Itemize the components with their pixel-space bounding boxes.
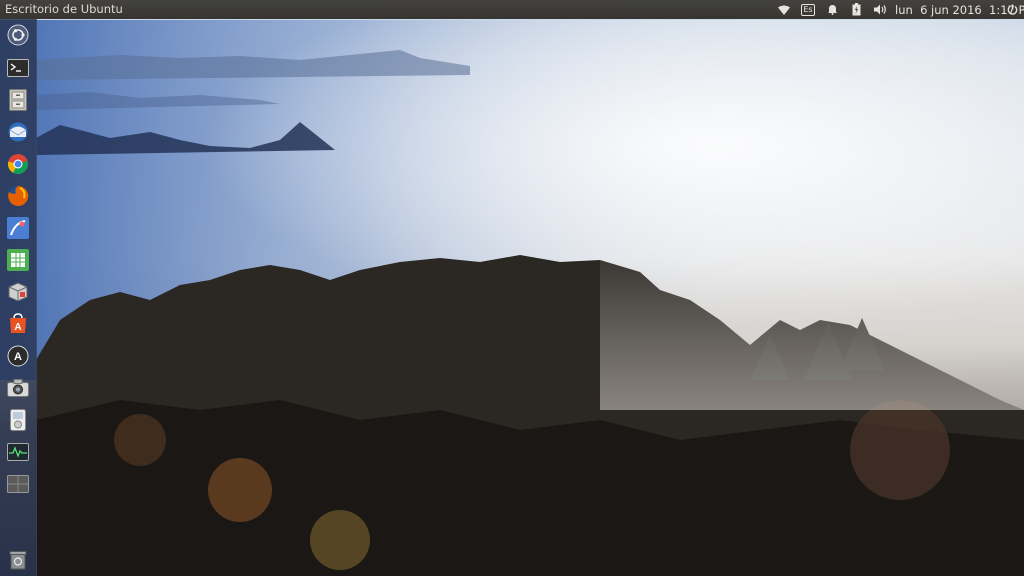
music-player-icon[interactable] [3,405,33,435]
volume-icon[interactable] [872,0,888,19]
keyboard-layout-label: Es [801,3,815,16]
svg-text:A: A [14,351,22,363]
desktop-wallpaper [0,0,1024,576]
software-boxes-icon[interactable] [3,277,33,307]
terminal-icon[interactable] [3,53,33,83]
workspace-switcher-icon[interactable] [3,469,33,499]
blue-app-icon[interactable] [3,213,33,243]
unity-launcher: A A [0,19,37,576]
camera-icon[interactable] [3,373,33,403]
keyboard-layout-indicator[interactable]: Es [800,0,816,19]
foggy-forest-landscape [0,20,1024,576]
ubuntu-software-center-icon[interactable]: A [3,309,33,339]
software-updater-icon[interactable]: A [3,341,33,371]
ubuntu-dash-icon[interactable] [3,20,33,50]
thunderbird-icon[interactable] [3,117,33,147]
wifi-icon[interactable] [776,0,792,19]
trash-icon[interactable] [3,545,33,575]
panel-app-title: Escritorio de Ubuntu [5,2,123,16]
system-monitor-icon[interactable] [3,437,33,467]
bell-icon[interactable] [824,0,840,19]
spreadsheet-icon[interactable] [3,245,33,275]
top-panel: Escritorio de Ubuntu Es lun 6 jun 2016 1… [0,0,1024,19]
clock-indicator[interactable]: lun 6 jun 2016 1:17 PM [895,0,1024,19]
chrome-icon[interactable] [3,149,33,179]
svg-text:A: A [14,322,21,333]
power-icon[interactable] [1004,0,1020,19]
firefox-icon[interactable] [3,181,33,211]
battery-icon[interactable] [848,0,864,19]
files-cabinet-icon[interactable] [3,85,33,115]
